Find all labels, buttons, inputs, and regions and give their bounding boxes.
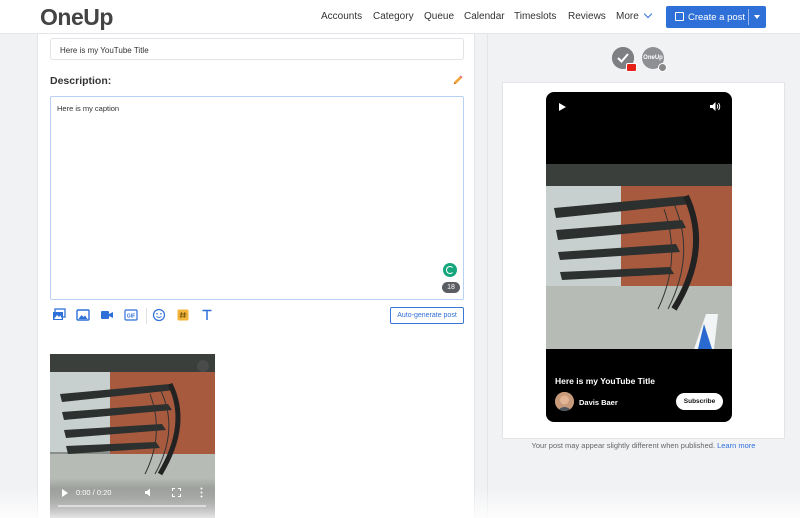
play-icon[interactable] (559, 103, 566, 111)
character-count-badge: 18 (442, 282, 460, 293)
nav-category[interactable]: Category (373, 11, 414, 22)
top-navbar: OneUp Accounts Category Queue Calendar T… (0, 0, 800, 34)
text-format-icon[interactable] (200, 308, 214, 322)
oneup-account-avatar[interactable]: OneUp (642, 47, 667, 72)
image-icon[interactable] (76, 308, 90, 322)
caption-text: Here is my caption (57, 104, 120, 113)
media-library-icon[interactable] (52, 308, 66, 322)
nav-timeslots[interactable]: Timeslots (514, 11, 556, 22)
svg-text:GIF: GIF (127, 314, 135, 320)
nav-queue[interactable]: Queue (424, 11, 454, 22)
nav-more-label: More (616, 11, 639, 22)
description-label: Description: (50, 75, 112, 87)
caption-textarea[interactable]: Here is my caption 18 (50, 96, 464, 300)
nav-reviews[interactable]: Reviews (568, 11, 606, 22)
video-icon[interactable] (100, 308, 114, 322)
play-icon[interactable] (62, 489, 68, 497)
more-options-icon[interactable] (200, 487, 203, 498)
grammarly-icon[interactable] (443, 263, 457, 277)
hashtag-icon[interactable] (176, 308, 190, 322)
oneup-account-label: OneUp (643, 55, 663, 61)
oneup-logo[interactable]: OneUp (40, 4, 113, 31)
video-timestamp: 0:00 / 0:20 (76, 488, 112, 497)
learn-more-link[interactable]: Learn more (717, 441, 755, 450)
uploaded-video-thumbnail[interactable]: 0:00 / 0:20 (50, 354, 215, 518)
volume-icon[interactable] (144, 488, 154, 497)
staircase-image (546, 164, 732, 349)
preview-video-frame (546, 164, 732, 349)
channel-avatar-image (555, 392, 574, 411)
button-divider (748, 9, 749, 25)
youtube-shorts-phone-preview: Here is my YouTube Title Davis Baer Subs… (546, 92, 732, 422)
pencil-icon[interactable] (452, 75, 463, 86)
nav-accounts[interactable]: Accounts (321, 11, 362, 22)
preview-video-title: Here is my YouTube Title (555, 376, 655, 386)
volume-icon[interactable] (709, 101, 721, 112)
nav-calendar[interactable]: Calendar (464, 11, 505, 22)
video-controls (50, 478, 215, 518)
youtube-account-avatar[interactable] (612, 47, 637, 72)
caret-down-icon[interactable] (754, 15, 760, 19)
youtube-preview-card: Here is my YouTube Title Davis Baer Subs… (502, 82, 785, 439)
youtube-badge-icon (626, 63, 637, 72)
fullscreen-icon[interactable] (172, 488, 181, 497)
toolbar-divider (146, 308, 147, 324)
preview-disclaimer: Your post may appear slightly different … (488, 441, 799, 450)
post-editor-panel: Here is my YouTube Title Description: He… (37, 34, 475, 518)
nav-more[interactable]: More (616, 9, 653, 22)
delete-media-icon[interactable] (197, 360, 209, 372)
gif-icon[interactable]: GIF (124, 308, 138, 322)
preview-panel: OneUp Here is my YouTube Title Davis Bae… (487, 34, 798, 518)
auto-generate-post-button[interactable]: Auto-generate post (390, 307, 464, 324)
disclaimer-text: Your post may appear slightly different … (531, 441, 715, 450)
create-post-icon (675, 12, 684, 21)
chevron-down-icon (643, 9, 653, 19)
create-post-label: Create a post (688, 12, 746, 23)
create-post-button[interactable]: Create a post (666, 6, 766, 28)
title-input[interactable]: Here is my YouTube Title (50, 38, 464, 60)
video-progress-bar[interactable] (58, 505, 206, 507)
channel-name: Davis Baer (579, 398, 618, 407)
subscribe-button[interactable]: Subscribe (676, 393, 723, 410)
instagram-badge-icon (658, 63, 667, 72)
channel-avatar (555, 392, 574, 411)
emoji-icon[interactable] (152, 308, 166, 322)
